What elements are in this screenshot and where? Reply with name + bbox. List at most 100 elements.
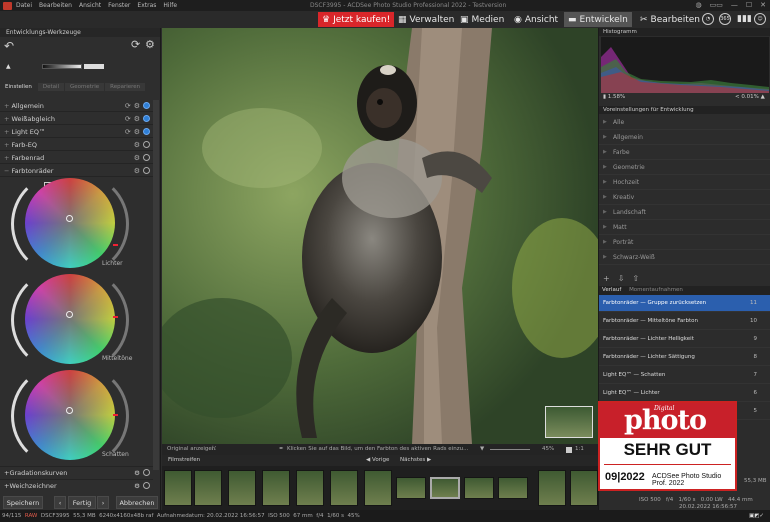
cancel-button[interactable]: Abbrechen [116,496,158,509]
gear-icon[interactable]: ⚙ [134,139,140,151]
stats-icon[interactable]: ▮▮▮ [737,14,752,24]
enable-toggle[interactable] [143,167,150,174]
section-weissabgleich[interactable]: + Weißabgleich ⟳ ⚙ [0,113,153,125]
365-button[interactable]: 365 [719,13,731,25]
preset-landschaft[interactable]: Landschaft [599,205,770,220]
enable-toggle[interactable] [143,102,150,109]
preset-farbe[interactable]: Farbe [599,145,770,160]
film-thumb[interactable] [538,470,566,506]
clip-highlight-icon[interactable]: ▲ [761,94,765,100]
schatten-wheel-handle[interactable] [66,407,73,414]
enable-toggle[interactable] [143,141,150,148]
tab-entwickeln[interactable]: ▬ Entwickeln [564,12,632,27]
navigator-thumbnail[interactable] [545,406,593,438]
section-farbenrad[interactable]: + Farbenrad ⚙ [0,152,153,164]
film-thumb[interactable] [330,470,358,506]
tab-einstellen[interactable]: Einstellen [0,83,37,91]
section-allgemein[interactable]: + Allgemein ⟳ ⚙ [0,100,153,112]
gear-icon[interactable]: ⚙ [134,113,140,125]
film-thumb[interactable] [498,477,528,499]
reset-icon[interactable]: ⟳ [125,100,131,112]
status-view-icons[interactable]: ▣◩✓ [749,510,764,522]
prev-image-button[interactable]: ◀ Vorige [366,455,389,466]
mitteltoene-wheel-handle[interactable] [66,311,73,318]
history-item[interactable]: Farbtonräder — Mitteltöne Farbton 10 [599,313,770,330]
preset-schwarz-weiss[interactable]: Schwarz-Weiß [599,250,770,265]
next-image-button[interactable]: Nächstes ▶ [400,455,431,466]
tab-medien[interactable]: ▣ Medien [456,12,508,27]
history-item[interactable]: Light EQ™ — Schatten 7 [599,367,770,384]
tab-geometrie[interactable]: Geometrie [65,83,105,91]
tab-bearbeiten[interactable]: ✂ Bearbeiten [636,12,704,27]
enable-toggle[interactable] [143,469,150,476]
enable-toggle[interactable] [143,482,150,489]
film-thumb[interactable] [364,470,392,506]
history-item[interactable]: Farbtonräder — Gruppe zurücksetzen 11 [599,295,770,312]
film-thumb-selected[interactable] [430,477,460,499]
tab-detail[interactable]: Detail [37,83,65,91]
film-thumb[interactable] [262,470,290,506]
menu-hilfe[interactable]: Hilfe [163,2,177,9]
section-farb-eq[interactable]: + Farb-EQ ⚙ [0,139,153,151]
film-thumb[interactable] [464,477,494,499]
preset-hochzeit[interactable]: Hochzeit [599,175,770,190]
preset-alle[interactable]: Alle [599,115,770,130]
menu-datei[interactable]: Datei [16,2,32,9]
tab-verlauf[interactable]: Verlauf [599,287,624,293]
done-button[interactable]: Fertig [68,496,96,509]
zoom-menu-icon[interactable]: ▼ [480,444,484,455]
tab-reparieren[interactable]: Reparieren [105,83,146,91]
layout-icon[interactable]: ▭▭ [710,1,723,9]
maximize-icon[interactable]: ☐ [746,1,752,9]
zoom-ratio[interactable]: 1:1 [575,444,584,455]
history-item[interactable]: Farbtonräder — Lichter Helligkeit 9 [599,331,770,348]
prev-arrow-button[interactable]: ‹ [54,496,66,509]
menu-ansicht[interactable]: Ansicht [79,2,101,9]
panel-scrollbar[interactable] [153,100,159,470]
reset-icon[interactable]: ⟳ [125,113,131,125]
smiley-icon[interactable]: ☺ [754,13,766,25]
film-thumb[interactable] [396,477,426,499]
preset-geometrie[interactable]: Geometrie [599,160,770,175]
buy-now-button[interactable]: ♛ Jetzt kaufen! [318,12,395,27]
settings-gear-icon[interactable]: ⚙ [145,38,155,51]
reset-icon[interactable]: ⟳ [131,38,140,51]
gear-icon[interactable]: ⚙ [134,467,140,479]
section-light-eq[interactable]: + Light EQ™ ⟳ ⚙ [0,126,153,138]
import-icon[interactable]: ⇩ [618,274,625,283]
preset-matt[interactable]: Matt [599,220,770,235]
export-icon[interactable]: ⇧ [632,274,639,283]
clip-shadow-icon[interactable]: ▮ [603,94,606,100]
close-icon[interactable]: ✕ [760,1,766,9]
gear-icon[interactable]: ⚙ [134,126,140,138]
show-original-toggle[interactable]: Original anzeigen [167,444,215,455]
minimize-icon[interactable]: — [731,1,738,9]
enable-toggle[interactable] [143,128,150,135]
fit-icon[interactable] [566,447,572,453]
add-preset-icon[interactable]: + [603,274,610,283]
gear-icon[interactable]: ⚙ [134,100,140,112]
preset-portraet[interactable]: Porträt [599,235,770,250]
preset-kreativ[interactable]: Kreativ [599,190,770,205]
section-weichzeichner[interactable]: +Weichzeichner ⚙ [0,479,153,491]
film-thumb[interactable] [164,470,192,506]
tab-ansicht[interactable]: ◉ Ansicht [510,12,562,27]
gear-icon[interactable]: ⚙ [134,480,140,492]
history-item[interactable]: Light EQ™ — Lichter 6 [599,385,770,402]
enable-toggle[interactable] [143,115,150,122]
film-thumb[interactable] [228,470,256,506]
mitteltoene-color-wheel[interactable] [25,274,115,364]
enable-toggle[interactable] [143,154,150,161]
save-button[interactable]: Speichern [3,496,43,509]
zoom-slider[interactable] [490,449,530,450]
lichter-wheel-handle[interactable] [66,215,73,222]
lichter-color-wheel[interactable] [25,178,115,268]
tab-momentaufnahmen[interactable]: Momentaufnahmen [626,287,686,293]
tab-verwalten[interactable]: ▦ Verwalten [394,12,458,27]
menu-bearbeiten[interactable]: Bearbeiten [39,2,72,9]
preset-allgemein[interactable]: Allgemein [599,130,770,145]
gear-icon[interactable]: ⚙ [134,165,140,177]
photo-canvas[interactable] [162,28,598,444]
section-gradationskurven[interactable]: +Gradationskurven ⚙ [0,466,153,478]
undo-icon[interactable]: ↶ [4,39,14,53]
